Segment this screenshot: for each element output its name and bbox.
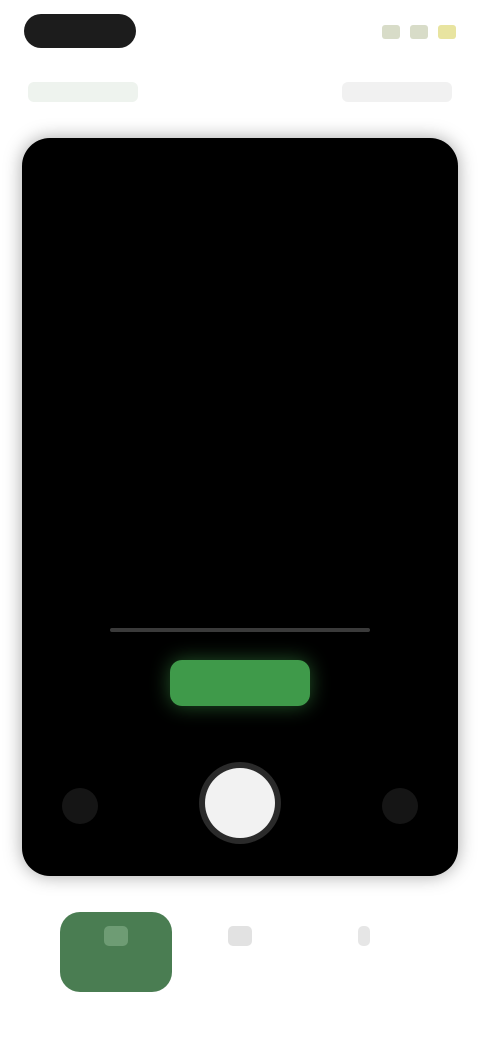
dynamic-island bbox=[24, 14, 136, 48]
gallery-icon[interactable] bbox=[62, 788, 98, 824]
nav-item-camera[interactable] bbox=[60, 912, 172, 992]
bottom-nav bbox=[0, 890, 480, 1010]
primary-action-button[interactable] bbox=[170, 660, 310, 706]
camera-viewfinder[interactable] bbox=[22, 138, 458, 876]
status-icons bbox=[382, 22, 456, 42]
shutter-button[interactable] bbox=[205, 768, 275, 838]
hint-text bbox=[112, 618, 368, 642]
top-bar bbox=[0, 64, 480, 124]
status-bar bbox=[0, 0, 480, 64]
signal-icon bbox=[382, 25, 400, 39]
nav-item-grid[interactable] bbox=[184, 912, 296, 992]
grid-icon bbox=[228, 926, 252, 946]
top-right-link[interactable] bbox=[342, 82, 452, 102]
nav-item-person[interactable] bbox=[308, 912, 420, 992]
camera-icon bbox=[104, 926, 128, 946]
person-icon bbox=[358, 926, 370, 946]
top-left-link[interactable] bbox=[28, 82, 138, 102]
flip-camera-icon[interactable] bbox=[382, 788, 418, 824]
wifi-icon bbox=[410, 25, 428, 39]
battery-icon bbox=[438, 25, 456, 39]
